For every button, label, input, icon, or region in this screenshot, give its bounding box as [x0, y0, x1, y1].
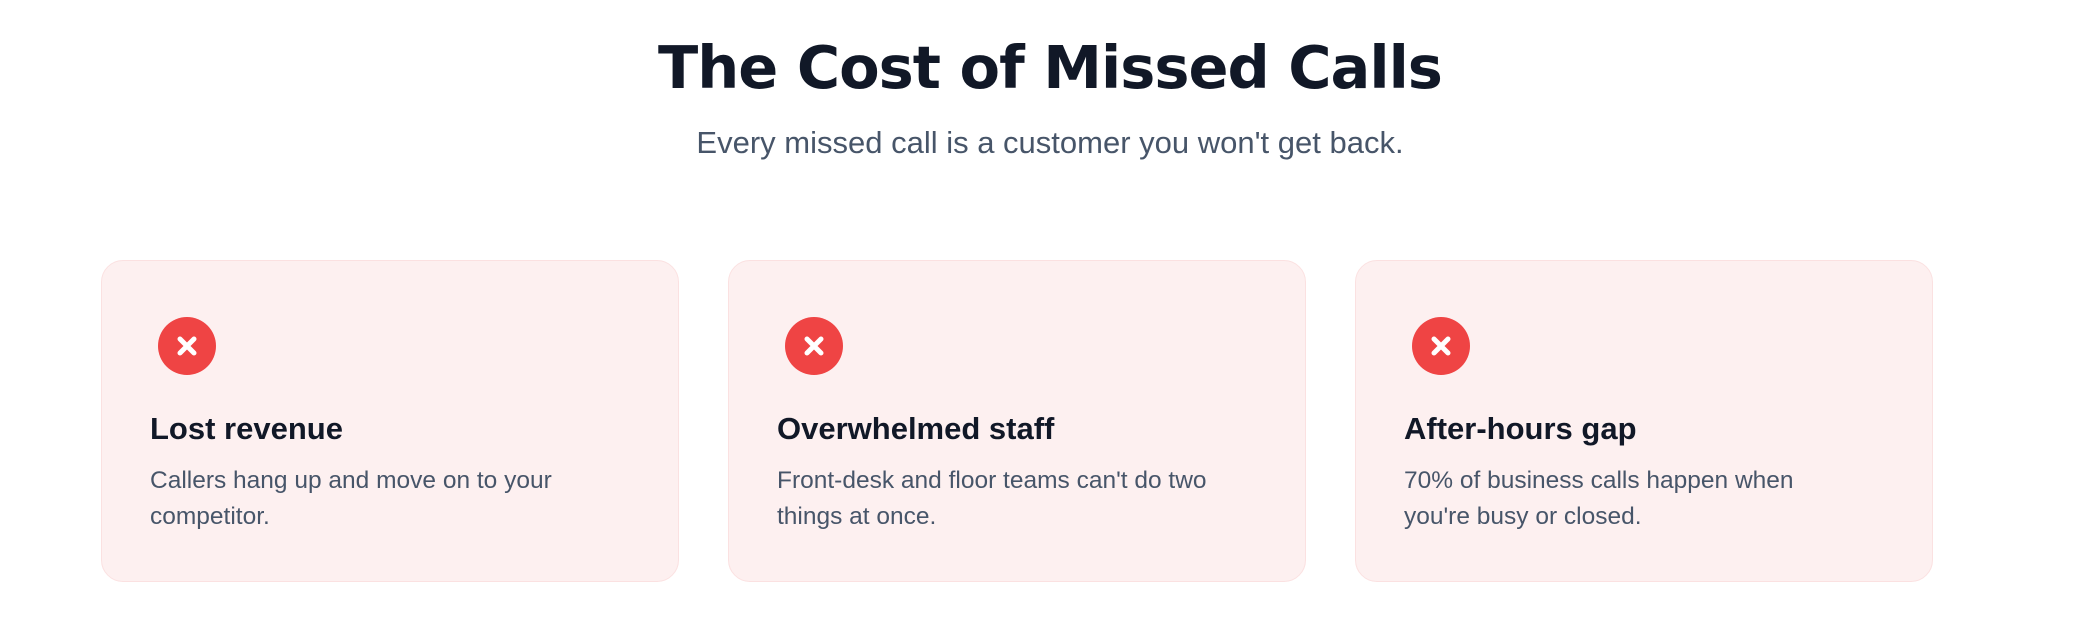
x-circle-icon — [1412, 317, 1470, 375]
problem-cards: Lost revenue Callers hang up and move on… — [101, 260, 1933, 582]
section-subtitle: Every missed call is a customer you won'… — [696, 125, 1404, 160]
card-title: After-hours gap — [1404, 411, 1637, 446]
card-title: Lost revenue — [150, 411, 343, 446]
card-description: Callers hang up and move on to your comp… — [150, 467, 552, 530]
card-description: 70% of business calls happen when you're… — [1404, 467, 1794, 530]
card-description: Front-desk and floor teams can't do two … — [777, 467, 1207, 530]
card-lost-revenue: Lost revenue Callers hang up and move on… — [101, 260, 679, 582]
x-circle-icon — [158, 317, 216, 375]
card-title: Overwhelmed staff — [777, 411, 1055, 446]
card-overwhelmed-staff: Overwhelmed staff Front-desk and floor t… — [728, 260, 1306, 582]
missed-calls-section: The Cost of Missed Calls Every missed ca… — [0, 0, 2100, 633]
x-circle-icon — [785, 317, 843, 375]
card-after-hours-gap: After-hours gap 70% of business calls ha… — [1355, 260, 1933, 582]
section-title: The Cost of Missed Calls — [658, 33, 1443, 102]
